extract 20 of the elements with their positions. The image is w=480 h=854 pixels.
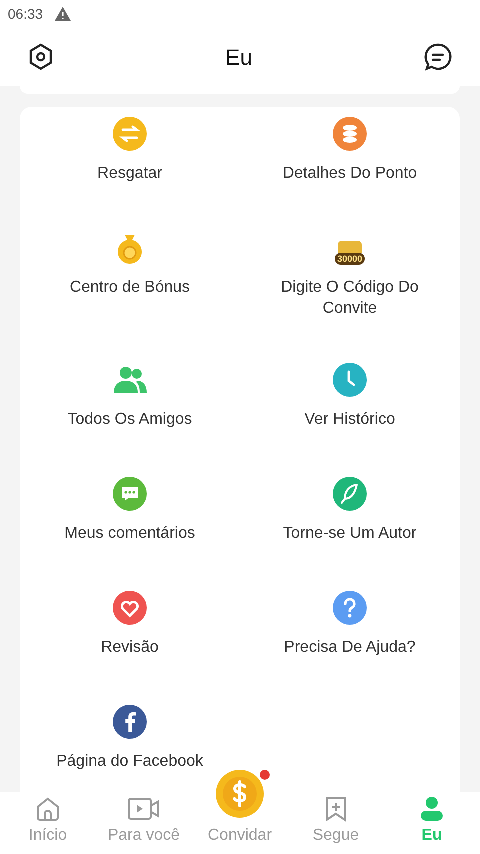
- home-icon: [35, 796, 61, 822]
- person-icon: [419, 796, 445, 822]
- menu-item-label[interactable]: Resgatar: [35, 163, 225, 184]
- bookmark-plus-icon: [324, 796, 348, 822]
- menu-item-label[interactable]: Precisa De Ajuda?: [255, 637, 445, 658]
- menu-item-label[interactable]: Centro de Bónus: [35, 277, 225, 298]
- menu-item-label[interactable]: Detalhes Do Ponto: [255, 163, 445, 184]
- menu-item-label[interactable]: Página do Facebook: [35, 751, 225, 772]
- menu-item-label[interactable]: Todos Os Amigos: [35, 409, 225, 430]
- status-time: 06:33: [8, 4, 44, 24]
- page-title: Eu: [226, 44, 252, 72]
- settings-icon[interactable]: [28, 43, 54, 71]
- chat-bubble-icon[interactable]: [424, 43, 452, 71]
- warning-icon: [55, 7, 72, 21]
- menu-item-label[interactable]: Ver Histórico: [255, 409, 445, 430]
- menu-item-label[interactable]: Meus comentários: [35, 523, 225, 544]
- menu-item-label[interactable]: Digite O Código Do Convite: [255, 277, 445, 319]
- menu-item-label[interactable]: Revisão: [35, 637, 225, 658]
- menu-item-label[interactable]: Torne-se Um Autor: [255, 523, 445, 544]
- video-camera-icon: [127, 796, 161, 822]
